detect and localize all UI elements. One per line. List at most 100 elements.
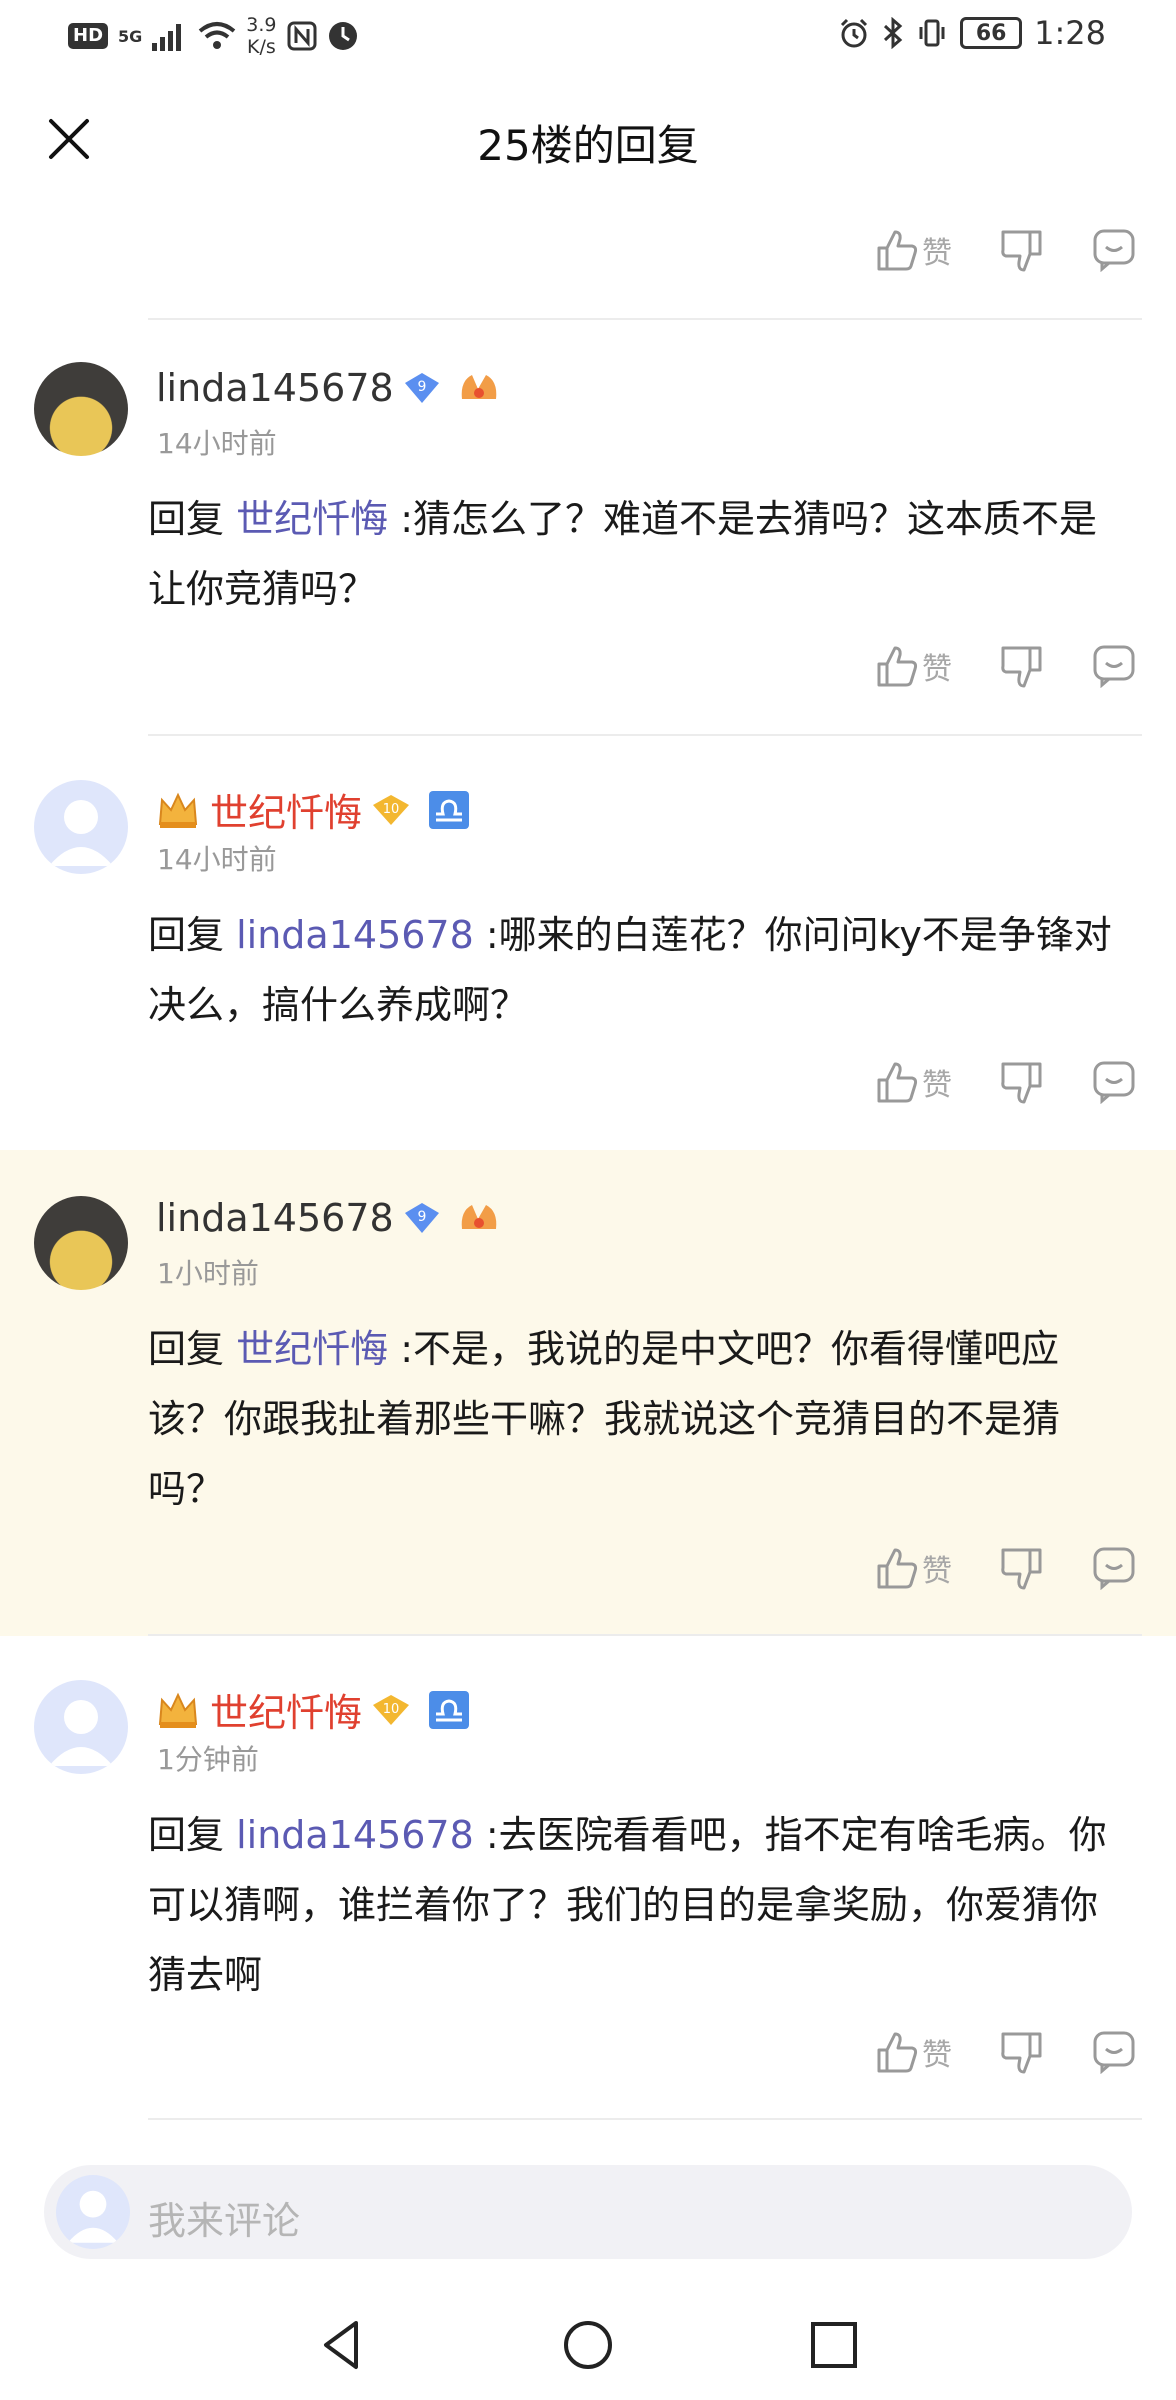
- battery-indicator: 66: [960, 17, 1023, 49]
- like-button[interactable]: 赞: [876, 1546, 952, 1590]
- mention-link[interactable]: 世纪忏悔: [236, 1327, 388, 1371]
- comment-4-actions: 赞: [876, 2030, 1136, 2074]
- vibrate-icon: [919, 19, 945, 47]
- like-label: 赞: [922, 2038, 952, 2073]
- thumbs-down-icon: [1001, 2032, 1042, 2074]
- page-title: 25楼的回复: [477, 121, 699, 170]
- like-button[interactable]: 赞: [876, 1060, 952, 1104]
- dislike-button[interactable]: [1000, 644, 1044, 688]
- dislike-button[interactable]: [1000, 1060, 1044, 1104]
- libra-zodiac-icon: [429, 1690, 470, 1729]
- reply-button[interactable]: [1092, 2030, 1136, 2074]
- username[interactable]: 世纪忏悔: [210, 1682, 362, 1737]
- recents-nav-button[interactable]: [804, 2315, 864, 2375]
- author-line: linda145678 9: [156, 366, 500, 410]
- level-badge-icon: 9: [404, 1203, 439, 1233]
- comment-2-actions: 赞: [876, 1060, 1136, 1104]
- thumbs-up-icon: [877, 1062, 918, 1103]
- clock: 1:28: [1034, 14, 1106, 52]
- default-avatar-icon: [67, 2190, 119, 2243]
- mention-link[interactable]: linda145678: [236, 913, 474, 957]
- thumbs-down-icon: [1001, 230, 1042, 272]
- thumbs-down-icon: [1001, 1062, 1042, 1104]
- reply-prefix: 回复: [148, 913, 225, 957]
- level-number: 9: [417, 1209, 426, 1225]
- home-circle-icon: [564, 2321, 612, 2369]
- author-line: linda145678 9: [156, 1196, 500, 1240]
- mention-link[interactable]: 世纪忏悔: [236, 497, 388, 541]
- avatar[interactable]: [34, 1196, 128, 1290]
- alarm-icon: [841, 18, 868, 48]
- home-nav-button[interactable]: [558, 2315, 618, 2375]
- reply-button[interactable]: [1092, 1546, 1136, 1590]
- like-label: 赞: [922, 1068, 952, 1103]
- avatar[interactable]: [34, 362, 128, 456]
- dislike-button[interactable]: [1000, 228, 1044, 272]
- username[interactable]: linda145678: [156, 1196, 394, 1240]
- username[interactable]: 世纪忏悔: [210, 782, 362, 837]
- comment-3: linda145678 9 1小时前 回复 世纪忏悔 :不是，我说的是中文吧？你…: [0, 1150, 1176, 1636]
- level-badge-icon: 10: [373, 794, 410, 825]
- reply-button[interactable]: [1092, 644, 1136, 688]
- thumbs-up-icon: [877, 2032, 918, 2073]
- default-avatar-icon: [49, 800, 113, 866]
- reply-button[interactable]: [1092, 228, 1136, 272]
- like-label: 赞: [922, 1554, 952, 1589]
- reply-prefix: 回复: [148, 1327, 225, 1371]
- crown-vip-icon: [158, 1692, 198, 1728]
- header: 25楼的回复: [0, 72, 1176, 204]
- level-badge-icon: 10: [373, 1694, 410, 1725]
- dislike-button[interactable]: [1000, 2030, 1044, 2074]
- thumbs-up-icon: [877, 1548, 918, 1589]
- wifi-icon: [199, 22, 236, 49]
- author-line: 世纪忏悔 10: [156, 1682, 470, 1737]
- like-button[interactable]: 赞: [876, 228, 952, 272]
- thumbs-down-icon: [1001, 1548, 1042, 1590]
- thumbs-down-icon: [1001, 646, 1042, 688]
- recents-square-icon: [811, 2322, 857, 2368]
- network-type: 5G: [118, 26, 143, 46]
- author-line: 世纪忏悔 10: [156, 782, 470, 837]
- level-number: 10: [383, 802, 400, 817]
- speed-value: 3.9: [246, 14, 277, 36]
- thumbs-up-icon: [877, 646, 918, 687]
- like-button[interactable]: 赞: [876, 2030, 952, 2074]
- comment-icon: [1093, 1061, 1135, 1104]
- mention-link[interactable]: linda145678: [236, 1813, 474, 1857]
- like-button[interactable]: 赞: [876, 644, 952, 688]
- reply-button[interactable]: [1092, 1060, 1136, 1104]
- comment-input[interactable]: 我来评论: [44, 2165, 1132, 2259]
- comment-icon: [1093, 1547, 1135, 1590]
- signal-icon: [152, 24, 182, 51]
- status-bar: HD 5G 3.9 K/s 66 1:28: [0, 0, 1176, 72]
- hd-indicator: HD: [68, 23, 109, 49]
- comment-icon: [1093, 645, 1135, 688]
- comment-text: 回复 linda145678 :哪来的白莲花？你问问ky不是争锋对决么，搞什么养…: [148, 900, 1120, 1040]
- divider: [148, 2118, 1142, 2120]
- level-badge-icon: 9: [404, 373, 439, 403]
- comment-bar: 我来评论: [0, 2145, 1176, 2295]
- back-triangle-icon: [324, 2321, 358, 2369]
- username[interactable]: linda145678: [156, 366, 394, 410]
- comment-text: 回复 世纪忏悔 :不是，我说的是中文吧？你看得懂吧应该？你跟我扯着那些干嘛？我就…: [148, 1314, 1120, 1524]
- comment-icon: [1093, 229, 1135, 272]
- dislike-button[interactable]: [1000, 1546, 1044, 1590]
- like-label: 赞: [922, 236, 952, 271]
- parent-actions: 赞: [876, 228, 1136, 272]
- bluetooth-icon: [884, 17, 903, 49]
- reply-prefix: 回复: [148, 1813, 225, 1857]
- comment-3-actions: 赞: [876, 1546, 1136, 1590]
- timestamp: 14小时前: [157, 427, 277, 460]
- reply-prefix: 回复: [148, 497, 225, 541]
- libra-zodiac-icon: [429, 790, 470, 829]
- comment-text: 回复 世纪忏悔 :猜怎么了？难道不是去猜吗？这本质不是让你竞猜吗？: [148, 484, 1120, 624]
- hands-emblem-icon: [461, 1205, 496, 1229]
- avatar[interactable]: [34, 780, 128, 874]
- timer-icon: [328, 22, 357, 50]
- timestamp: 1小时前: [157, 1257, 259, 1290]
- default-avatar-icon: [49, 1700, 113, 1766]
- speed-unit: K/s: [247, 36, 276, 58]
- back-nav-button[interactable]: [312, 2315, 372, 2375]
- avatar[interactable]: [34, 1680, 128, 1774]
- thumbs-up-icon: [877, 230, 918, 271]
